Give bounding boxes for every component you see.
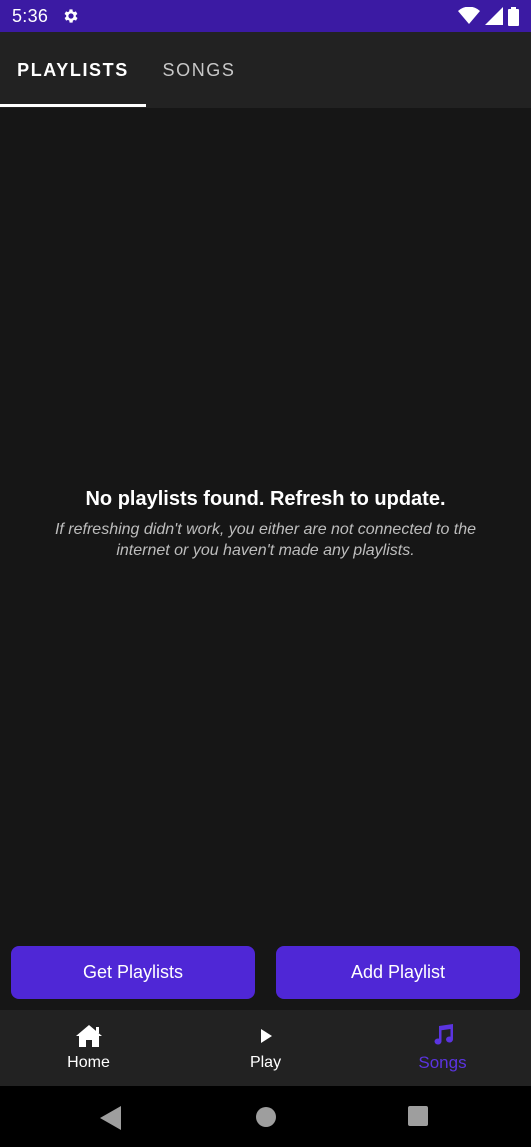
nav-label-play: Play (249, 1054, 282, 1071)
nav-item-home[interactable]: Home (0, 1010, 177, 1086)
play-icon (260, 1029, 272, 1043)
gear-icon (64, 9, 78, 23)
system-nav-bar (0, 1086, 531, 1147)
empty-state-subtitle: If refreshing didn't work, you either ar… (54, 521, 477, 559)
tab-playlists[interactable]: PLAYLISTS (0, 32, 146, 108)
signal-icon (485, 7, 503, 25)
wifi-icon (458, 7, 480, 24)
recents-icon[interactable] (408, 1106, 428, 1126)
status-time: 5:36 (12, 6, 49, 26)
empty-state: No playlists found. Refresh to update. I… (0, 488, 531, 561)
nav-label-home: Home (67, 1054, 110, 1071)
status-icons (458, 6, 519, 26)
tab-songs[interactable]: SONGS (146, 32, 252, 108)
nav-label-songs: Songs (418, 1053, 467, 1072)
get-playlists-button[interactable]: Get Playlists (11, 946, 255, 999)
tab-bar: PLAYLISTS SONGS (0, 32, 531, 108)
tab-indicator (0, 104, 146, 107)
empty-state-title: No playlists found. Refresh to update. (85, 488, 446, 510)
back-icon[interactable] (100, 1106, 122, 1130)
home-circle-icon[interactable] (255, 1106, 277, 1128)
status-bar: 5:36 (0, 0, 531, 32)
battery-icon (508, 6, 519, 26)
music-note-icon (434, 1024, 453, 1045)
add-playlist-button[interactable]: Add Playlist (276, 946, 520, 999)
nav-item-songs[interactable]: Songs (354, 1010, 531, 1086)
bottom-nav: Home Play Songs (0, 1010, 531, 1086)
nav-item-play[interactable]: Play (177, 1010, 354, 1086)
home-icon (75, 1025, 102, 1047)
